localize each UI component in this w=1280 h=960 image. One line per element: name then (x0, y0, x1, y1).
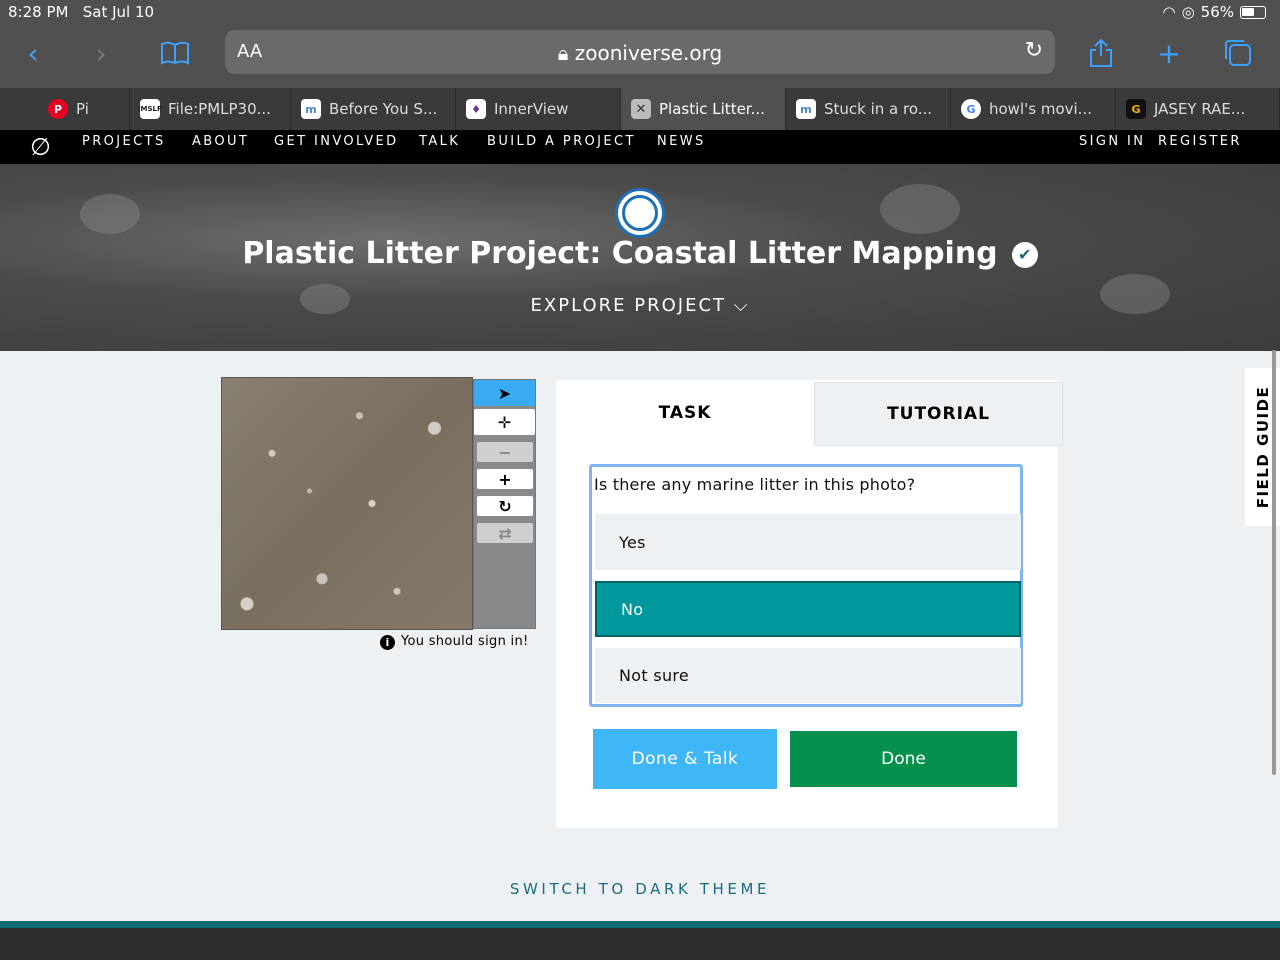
innerview-icon: ♦ (466, 99, 486, 119)
subject-image[interactable] (221, 377, 473, 630)
answer-not-sure[interactable]: Not sure (595, 648, 1021, 703)
google-icon: G (961, 99, 981, 119)
project-title-text: Plastic Litter Project: Coastal Litter M… (242, 236, 998, 271)
tab-innerview[interactable]: ♦ InnerView (456, 88, 621, 130)
date: Sat Jul 10 (82, 3, 155, 21)
zooniverse-logo-icon[interactable]: ∅ (30, 133, 53, 161)
new-tab-icon[interactable]: + (1152, 36, 1186, 70)
bookmarks-icon[interactable] (158, 36, 192, 70)
project-hero: Plastic Litter Project: Coastal Litter M… (0, 164, 1280, 351)
nav-about[interactable]: ABOUT (192, 134, 249, 149)
answer-label: Not sure (619, 666, 690, 685)
rotate-icon[interactable]: ↻ (477, 496, 533, 516)
url-value: zooniverse.org (574, 41, 723, 65)
field-guide-label: FIELD GUIDE (1253, 385, 1272, 509)
reload-icon[interactable]: ↻ (1025, 38, 1043, 63)
project-title: Plastic Litter Project: Coastal Litter M… (0, 236, 1280, 271)
tabs-overview-icon[interactable] (1221, 36, 1255, 70)
tab-label: JASEY RAE... (1154, 100, 1246, 118)
footer (0, 928, 1280, 960)
explore-project-dropdown[interactable]: EXPLORE PROJECT ⌵ (0, 295, 1280, 316)
register-link[interactable]: REGISTER (1158, 134, 1242, 149)
tab-jasey[interactable]: G JASEY RAE... (1116, 88, 1280, 130)
site-nav: ∅ PROJECTS ABOUT GET INVOLVED TALK BUILD… (0, 130, 1280, 164)
nav-build-project[interactable]: BUILD A PROJECT (487, 134, 636, 149)
sign-in-note-text: You should sign in! (401, 634, 529, 649)
close-tab-icon[interactable]: ✕ (631, 99, 651, 119)
answer-label: No (621, 599, 644, 619)
explore-label: EXPLORE PROJECT (530, 295, 727, 316)
done-and-talk-button[interactable]: Done & Talk (593, 729, 777, 789)
url-text: 🔒︎ zooniverse.org (225, 41, 1055, 65)
project-avatar[interactable] (615, 188, 665, 238)
tab-label: Pi (76, 100, 89, 118)
answer-no[interactable]: No (595, 581, 1021, 637)
tab-task[interactable]: TASK (556, 380, 814, 446)
switch-dark-theme-link[interactable]: SWITCH TO DARK THEME (0, 880, 1280, 898)
tab-tutorial[interactable]: TUTORIAL (814, 382, 1063, 446)
tab-label: File:PMLP30... (168, 100, 271, 118)
genius-icon: G (1126, 99, 1146, 119)
tab-label: Before You S... (329, 100, 438, 118)
pointer-tool-icon[interactable]: ➤ (474, 380, 535, 406)
wifi-icon: ◠ (1162, 3, 1176, 21)
sign-in-note: i You should sign in! (380, 634, 529, 650)
status-right: ◠ ◎ 56% (1162, 3, 1266, 21)
clock: 8:28 PM (8, 3, 69, 21)
tab-pinterest[interactable]: P Pi (0, 88, 130, 130)
sign-in-link[interactable]: SIGN IN (1079, 134, 1145, 149)
footer-accent (0, 921, 1280, 928)
battery-percent: 56% (1200, 3, 1234, 21)
status-time: 8:28 PM Sat Jul 10 (8, 3, 154, 21)
share-icon[interactable] (1084, 36, 1118, 70)
lock-icon: 🔒︎ (557, 41, 569, 65)
site-icon: m (796, 99, 816, 119)
viewer-toolbar: ➤ ✛ − + ↻ ⇄ (473, 379, 536, 629)
orientation-lock-icon: ◎ (1181, 3, 1195, 21)
hero-texture (880, 184, 960, 234)
tab-label: InnerView (494, 100, 569, 118)
tab-plastic-litter[interactable]: ✕ Plastic Litter... (621, 88, 786, 130)
tab-label: Stuck in a ro... (824, 100, 933, 118)
info-icon: i (380, 635, 395, 650)
back-icon[interactable]: ‹ (16, 36, 50, 70)
address-bar[interactable]: AA 🔒︎ zooniverse.org ↻ (225, 30, 1055, 74)
imslp-icon: IMSLP (138, 99, 162, 119)
tab-before-you[interactable]: m Before You S... (291, 88, 456, 130)
tab-file-pmlp[interactable]: IMSLP File:PMLP30... (130, 88, 291, 130)
tab-label: howl's movi... (989, 100, 1092, 118)
tab-label: Plastic Litter... (659, 100, 765, 118)
answer-yes[interactable]: Yes (595, 514, 1021, 570)
verified-check-icon: ✔ (1011, 241, 1038, 268)
zoom-out-icon[interactable]: − (477, 442, 533, 462)
zoom-in-icon[interactable]: + (477, 469, 533, 489)
tab-strip: P Pi IMSLP File:PMLP30... m Before You S… (0, 88, 1280, 130)
tab-stuck[interactable]: m Stuck in a ro... (786, 88, 951, 130)
page-scrollbar[interactable] (1272, 350, 1276, 775)
done-button[interactable]: Done (790, 731, 1017, 787)
pinterest-icon: P (48, 99, 68, 119)
pan-tool-icon[interactable]: ✛ (474, 409, 535, 435)
hero-texture (80, 194, 140, 234)
site-icon: m (301, 99, 321, 119)
chevron-down-icon: ⌵ (733, 295, 750, 316)
nav-get-involved[interactable]: GET INVOLVED (274, 134, 399, 149)
nav-news[interactable]: NEWS (657, 134, 706, 149)
forward-icon[interactable]: › (84, 36, 118, 70)
nav-talk[interactable]: TALK (419, 134, 460, 149)
task-panel: TASK TUTORIAL Is there any marine litter… (556, 380, 1063, 828)
battery-icon (1240, 5, 1266, 19)
browser-chrome: 8:28 PM Sat Jul 10 ◠ ◎ 56% ‹ › AA 🔒︎ zoo… (0, 0, 1280, 88)
nav-projects[interactable]: PROJECTS (82, 134, 166, 149)
question-text: Is there any marine litter in this photo… (594, 475, 916, 494)
reset-icon[interactable]: ⇄ (477, 523, 533, 543)
tab-howl[interactable]: G howl's movi... (951, 88, 1116, 130)
question-box: Is there any marine litter in this photo… (589, 464, 1023, 707)
answer-label: Yes (619, 532, 646, 552)
